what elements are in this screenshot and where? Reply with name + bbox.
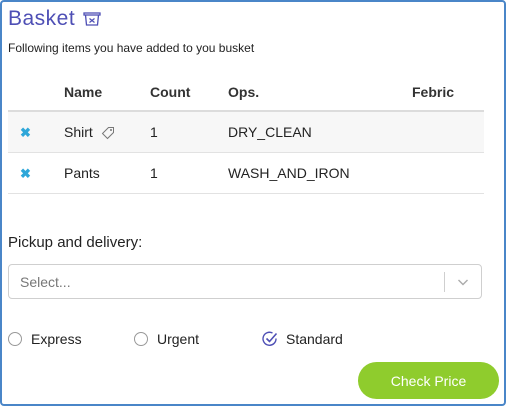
column-header-remove [8, 74, 64, 112]
check-price-button[interactable]: Check Price [358, 362, 499, 399]
basket-table: Name Count Ops. Febric ✖ Shirt 1 DRY_CLE… [8, 74, 484, 194]
radio-standard[interactable]: Standard [261, 329, 343, 349]
basket-panel: Basket Following items you have added to… [0, 0, 506, 406]
item-name: Shirt [64, 123, 93, 140]
page-title: Basket [8, 7, 76, 30]
pickup-delivery-label: Pickup and delivery: [8, 234, 143, 251]
select-divider [444, 272, 445, 292]
item-fabric [412, 111, 484, 153]
radio-circle-icon[interactable] [134, 332, 148, 346]
title-row: Basket [8, 6, 101, 32]
remove-cell: ✖ [8, 111, 64, 153]
radio-express[interactable]: Express [8, 329, 82, 349]
item-fabric [412, 152, 484, 194]
item-name-cell: Shirt [64, 111, 150, 153]
remove-cell: ✖ [8, 152, 64, 194]
table-header-row: Name Count Ops. Febric [8, 74, 484, 112]
tag-icon[interactable] [101, 126, 115, 140]
radio-label: Express [31, 331, 82, 347]
item-count: 1 [150, 152, 228, 194]
column-header-fabric: Febric [412, 74, 484, 112]
radio-urgent[interactable]: Urgent [134, 329, 199, 349]
radio-circle-icon[interactable] [8, 332, 22, 346]
basket-subtitle: Following items you have added to you bu… [8, 41, 255, 55]
pickup-delivery-select[interactable]: Select... [8, 264, 482, 299]
select-placeholder: Select... [20, 274, 71, 290]
radio-label: Urgent [157, 331, 200, 347]
radio-label: Standard [286, 331, 343, 347]
chevron-down-icon[interactable] [457, 275, 469, 287]
item-count: 1 [150, 111, 228, 153]
column-header-name: Name [64, 74, 150, 112]
item-name-cell: Pants [64, 152, 150, 194]
item-ops: DRY_CLEAN [228, 111, 412, 153]
item-ops: WASH_AND_IRON [228, 152, 412, 194]
item-name: Pants [64, 165, 100, 181]
remove-item-icon[interactable]: ✖ [20, 125, 31, 141]
column-header-ops: Ops. [228, 74, 412, 112]
check-circle-icon[interactable] [261, 330, 279, 348]
remove-item-icon[interactable]: ✖ [20, 166, 31, 182]
basket-icon [83, 11, 101, 27]
table-row: ✖ Shirt 1 DRY_CLEAN [8, 111, 484, 153]
column-header-count: Count [150, 74, 228, 112]
table-row: ✖ Pants 1 WASH_AND_IRON [8, 152, 484, 194]
